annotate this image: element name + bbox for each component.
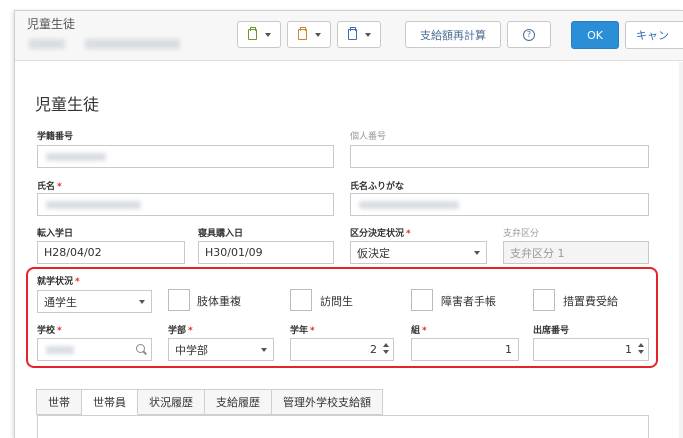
page-title: 児童生徒: [35, 95, 100, 114]
redacted-text: [29, 39, 65, 49]
ok-button[interactable]: OK: [571, 21, 619, 49]
checkbox-limb[interactable]: [168, 289, 190, 311]
redacted-text: [46, 153, 106, 161]
grade-stepper[interactable]: 2: [290, 338, 394, 361]
help-icon: ?: [523, 28, 535, 41]
redacted-text: [46, 346, 74, 354]
window-title: 児童生徒: [27, 17, 76, 31]
checkbox-visit-label: 訪問生: [320, 295, 353, 308]
bed-date-input[interactable]: H30/01/09: [198, 241, 334, 264]
student-no-label: 学籍番号: [37, 132, 74, 142]
status-value: 仮決定: [357, 246, 390, 260]
scrollbar[interactable]: [679, 62, 683, 438]
enrollment-select[interactable]: 通学生: [37, 290, 152, 313]
personal-no-input[interactable]: [350, 145, 649, 168]
chevron-down-icon: [261, 347, 267, 352]
payment-cat-label: 支弁区分: [503, 229, 540, 239]
kana-label: 氏名ふりがな: [350, 182, 405, 192]
class-input[interactable]: 1: [411, 338, 519, 361]
redacted-text: [359, 201, 459, 209]
stepper-arrows[interactable]: [383, 343, 389, 354]
seat-no-stepper[interactable]: 1: [533, 338, 649, 361]
recalc-button[interactable]: 支給額再計算: [405, 21, 501, 48]
chevron-down-icon: [314, 32, 321, 37]
checkbox-limb-label: 肢体重複: [197, 295, 241, 308]
class-label: 組 *: [411, 326, 427, 336]
redacted-text: [46, 201, 141, 209]
checkbox-disability-label: 障害者手帳: [441, 295, 496, 308]
checkbox-allowance[interactable]: [533, 289, 555, 311]
cancel-button[interactable]: キャン: [625, 21, 683, 49]
payment-cat-input[interactable]: 支弁区分 1: [503, 241, 649, 264]
bed-date-label: 寝具購入日: [198, 229, 244, 239]
chevron-down-icon: [364, 32, 371, 37]
tab-bar: 世帯 世帯員 状況履歴 支給履歴 管理外学校支給額: [36, 389, 383, 415]
student-no-input[interactable]: [37, 145, 334, 168]
document-blue-icon: [347, 27, 357, 40]
search-icon[interactable]: [136, 344, 145, 353]
dialog-window: 児童生徒 支給額再計算 ? OK キャン 児童生徒 学籍番号 個人番号 氏名 * …: [14, 10, 683, 438]
arrow-up-icon[interactable]: [638, 343, 644, 347]
arrow-down-icon[interactable]: [638, 350, 644, 354]
transfer-date-input[interactable]: H28/04/02: [37, 241, 185, 264]
dialog-header: 児童生徒 支給額再計算 ? OK キャン: [15, 11, 683, 61]
tab-panel: [37, 415, 649, 438]
status-label: 区分決定状況 *: [350, 229, 411, 239]
chevron-down-icon: [264, 32, 271, 37]
checkbox-disability[interactable]: [411, 289, 433, 311]
stepper-arrows[interactable]: [638, 343, 644, 354]
chevron-down-icon: [474, 250, 480, 255]
export-blue-button[interactable]: [337, 21, 381, 48]
dept-select[interactable]: 中学部: [168, 338, 274, 361]
school-label: 学校 *: [37, 326, 62, 336]
tab-external-school-payment[interactable]: 管理外学校支給額: [272, 389, 383, 415]
arrow-down-icon[interactable]: [383, 350, 389, 354]
grade-label: 学年 *: [290, 326, 315, 336]
checkbox-allowance-label: 措置費受給: [563, 295, 618, 308]
status-select[interactable]: 仮決定: [350, 241, 487, 264]
redacted-text: [85, 39, 180, 49]
seat-no-value: 1: [625, 343, 632, 356]
help-button[interactable]: ?: [507, 21, 551, 48]
enrollment-label: 就学状況 *: [37, 277, 80, 287]
kana-input[interactable]: [350, 193, 649, 216]
chevron-down-icon: [139, 299, 145, 304]
tab-household-member[interactable]: 世帯員: [82, 389, 138, 415]
tab-payment-history[interactable]: 支給履歴: [205, 389, 272, 415]
export-green-button[interactable]: [237, 21, 281, 48]
tab-household[interactable]: 世帯: [36, 389, 82, 415]
transfer-date-label: 転入学日: [37, 229, 74, 239]
export-orange-button[interactable]: [287, 21, 331, 48]
arrow-up-icon[interactable]: [383, 343, 389, 347]
checkbox-visit[interactable]: [290, 289, 312, 311]
dept-value: 中学部: [175, 343, 208, 357]
name-label: 氏名 *: [37, 182, 62, 192]
enrollment-value: 通学生: [44, 295, 77, 309]
dept-label: 学部 *: [168, 326, 193, 336]
document-orange-icon: [297, 27, 307, 40]
name-input[interactable]: [37, 193, 334, 216]
tab-status-history[interactable]: 状況履歴: [138, 389, 205, 415]
grade-value: 2: [370, 343, 377, 356]
seat-no-label: 出席番号: [533, 326, 570, 336]
personal-no-label: 個人番号: [350, 132, 387, 142]
school-input[interactable]: [37, 338, 152, 361]
document-green-icon: [247, 27, 257, 40]
